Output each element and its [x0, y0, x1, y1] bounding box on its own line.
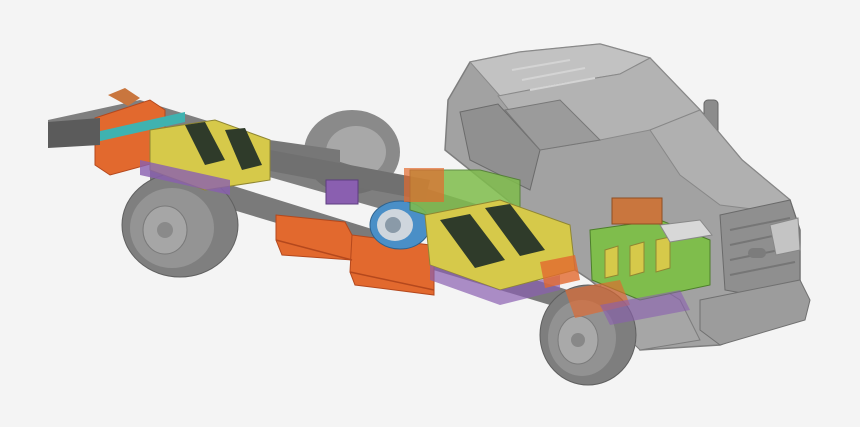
purple-junction-box — [325, 179, 359, 205]
truck-render — [0, 0, 860, 427]
truck-illustration — [48, 43, 811, 386]
